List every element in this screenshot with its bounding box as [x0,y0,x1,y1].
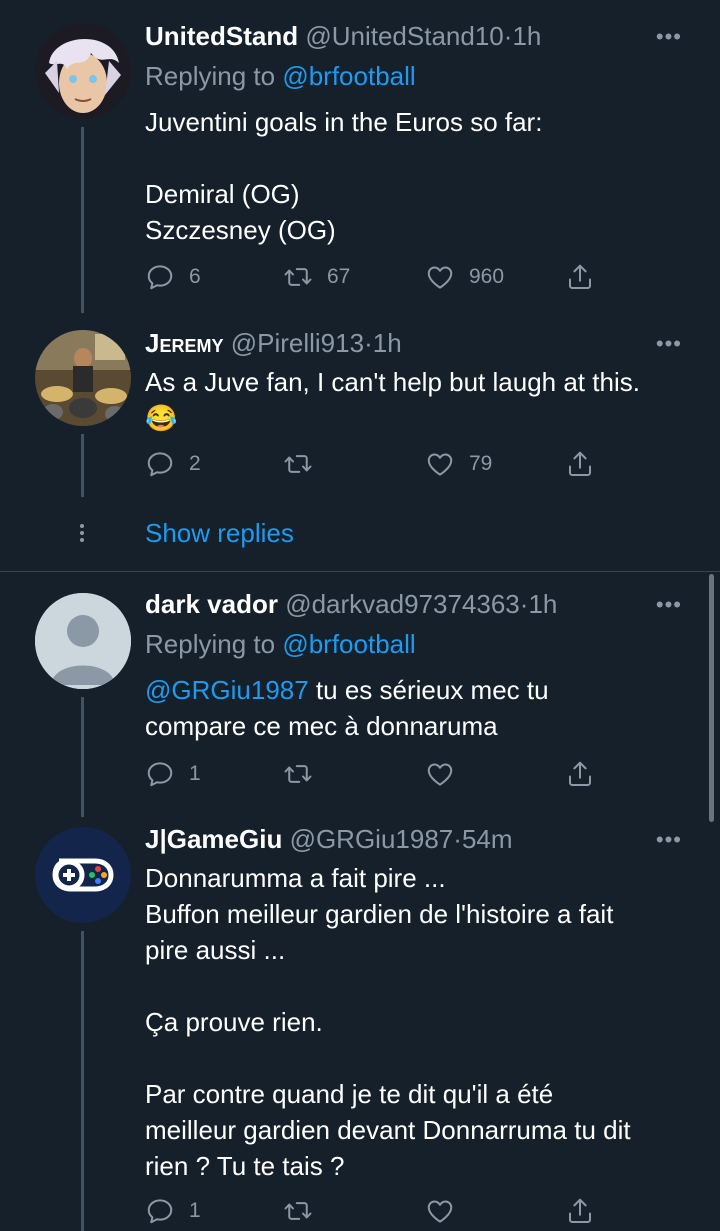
display-name[interactable]: Jeremy [145,328,223,358]
reply-count: 2 [189,452,201,475]
share-icon [565,449,595,479]
avatar-dark-vador[interactable] [35,593,131,689]
timestamp[interactable]: 1h [373,328,402,358]
tweet-text-line1: tu es sérieux mec tu [308,675,549,705]
thread-line [81,931,84,1231]
reply-icon [145,262,175,292]
more-icon[interactable]: ••• [656,829,682,851]
more-icon[interactable]: ••• [656,333,682,355]
reply-icon [145,759,175,789]
reply-count: 1 [189,762,201,785]
like-icon [425,759,455,789]
replying-to-label: Replying to [145,61,283,91]
like-button[interactable] [425,759,455,789]
replying-to-link[interactable]: @brfootball [282,629,415,659]
divider [0,571,720,572]
retweet-button[interactable] [283,449,327,479]
replying-to-link[interactable]: @brfootball [282,61,415,91]
user-handle[interactable]: @Pirelli913 [231,328,364,358]
reply-count: 1 [189,1199,201,1222]
like-button[interactable] [425,1196,455,1226]
share-button[interactable] [565,759,595,789]
user-handle[interactable]: @UnitedStand10 [305,21,503,51]
reply-button[interactable]: 1 [145,759,201,789]
reply-button[interactable]: 2 [145,449,201,479]
like-icon [425,262,455,292]
timestamp[interactable]: 54m [462,824,513,854]
like-button[interactable]: 960 [425,262,504,292]
replying-to: Replying to @brfootball [145,61,416,91]
share-button[interactable] [565,449,595,479]
retweet-icon [283,1196,313,1226]
share-icon [565,759,595,789]
tweet-header: UnitedStand @UnitedStand10·1h [145,21,541,51]
like-icon [425,449,455,479]
tweet-actions: 1 [145,759,600,789]
replying-to: Replying to @brfootball [145,629,416,659]
retweet-icon [283,759,313,789]
tweet-text-line2: compare ce mec à donnaruma [145,711,498,741]
more-icon[interactable]: ••• [656,594,682,616]
reply-count: 6 [189,265,201,288]
tweet-header: J|GameGiu @GRGiu1987·54m [145,824,513,854]
thread-line [81,127,84,313]
replying-to-label: Replying to [145,629,283,659]
share-icon [565,262,595,292]
tweet-text: As a Juve fan, I can't help but laugh at… [145,367,640,433]
show-replies-link[interactable]: Show replies [145,518,294,548]
avatar-jgamegiu[interactable] [35,827,131,923]
avatar-unitedstand[interactable] [35,23,131,119]
reply-icon [145,449,175,479]
reply-button[interactable]: 6 [145,262,201,292]
scrollbar[interactable] [709,574,714,822]
tweet-actions: 6 67 960 [145,262,600,292]
more-icon[interactable]: ••• [656,26,682,48]
retweet-icon [283,262,313,292]
timestamp[interactable]: 1h [512,21,541,51]
like-button[interactable]: 79 [425,449,492,479]
retweet-button[interactable] [283,759,313,789]
display-name[interactable]: UnitedStand [145,21,298,51]
tweet-actions: 1 [145,1196,600,1226]
mention-link[interactable]: @GRGiu1987 [145,675,309,705]
separator: · [453,824,462,854]
tweet-header: Jeremy @Pirelli913·1h [145,328,402,358]
share-icon [565,1196,595,1226]
separator: · [364,328,373,358]
collapsed-replies-dots [79,524,85,545]
reply-button[interactable]: 1 [145,1196,201,1226]
share-button[interactable] [565,262,595,292]
avatar-jeremy[interactable] [35,330,131,426]
timestamp[interactable]: 1h [528,589,557,619]
like-icon [425,1196,455,1226]
tweet-text: @GRGiu1987 tu es sérieux mec tu [145,672,549,708]
retweet-count: 67 [327,265,351,288]
retweet-button[interactable]: 67 [283,262,350,292]
tweet-header: dark vador @darkvad97374363·1h [145,589,557,619]
share-button[interactable] [565,1196,595,1226]
tweet-text: Juventini goals in the Euros so far: Dem… [145,107,543,245]
user-handle[interactable]: @darkvad97374363 [285,589,520,619]
retweet-icon [283,449,313,479]
display-name[interactable]: dark vador [145,589,278,619]
like-count: 960 [469,265,505,288]
reply-icon [145,1196,175,1226]
like-count: 79 [469,452,493,475]
thread-line [81,697,84,817]
tweet-text: Donnarumma a fait pire ... Buffon meille… [145,863,631,1181]
user-handle[interactable]: @GRGiu1987 [290,824,454,854]
retweet-button[interactable] [283,1196,313,1226]
tweet-actions: 2 79 [145,449,600,479]
thread-line [81,434,84,497]
display-name[interactable]: J|GameGiu [145,824,282,854]
